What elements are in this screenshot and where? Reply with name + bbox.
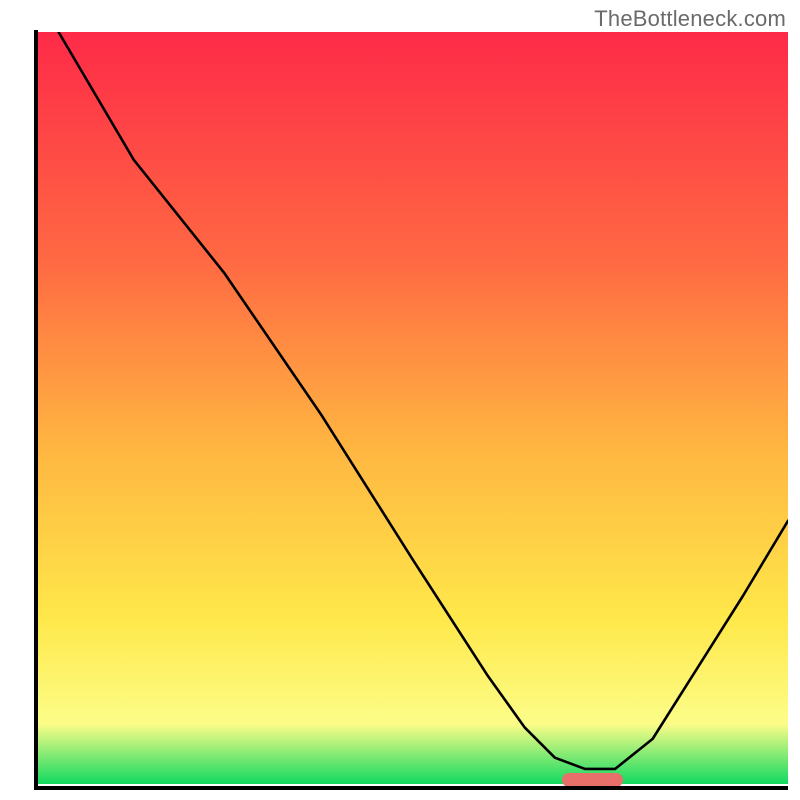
curve-layer: [36, 32, 788, 784]
bottleneck-curve: [59, 32, 788, 769]
plot-area: [36, 32, 788, 790]
plot-inner: [36, 32, 788, 790]
chart-stage: TheBottleneck.com: [0, 0, 800, 800]
optimal-marker: [562, 773, 622, 787]
watermark-text: TheBottleneck.com: [594, 6, 786, 32]
